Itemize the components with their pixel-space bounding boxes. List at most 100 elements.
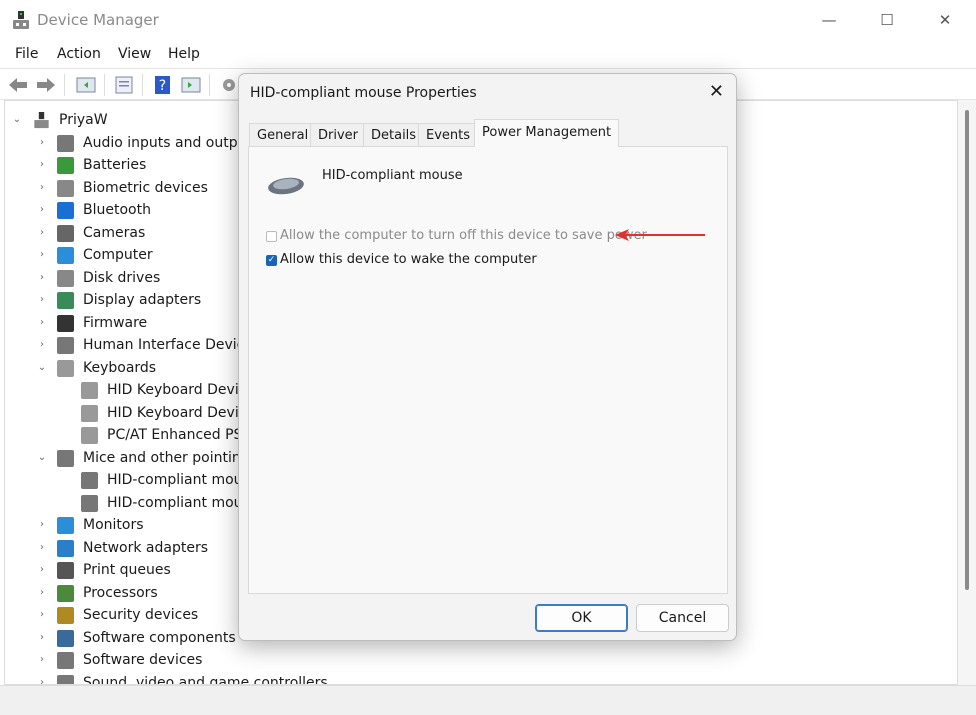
chevron-down-icon[interactable]: ⌄ [12,109,22,131]
tab-driver[interactable]: Driver [310,123,367,147]
action-pane-icon[interactable] [181,75,201,95]
chevron-right-icon[interactable]: › [37,267,47,289]
status-bar [0,685,976,715]
chevron-right-icon[interactable]: › [37,514,47,536]
chevron-right-icon[interactable]: › [37,672,47,685]
cancel-button[interactable]: Cancel [636,604,729,632]
allow-wake-label: Allow this device to wake the computer [280,252,537,267]
chevron-right-icon[interactable]: › [37,289,47,311]
chevron-right-icon[interactable]: › [37,627,47,649]
chevron-right-icon[interactable]: › [37,604,47,626]
tree-item-label: Processors [83,584,158,601]
power-management-panel: HID-compliant mouse Allow the computer t… [248,146,728,594]
minimize-button[interactable]: — [806,6,852,34]
device-category-icon [81,427,98,444]
tree-item-label: Computer [83,247,153,263]
allow-wake-checkbox[interactable]: ✓ [266,255,277,266]
tree-item-label: Monitors [83,517,144,533]
device-category-icon [81,404,98,422]
mouse-icon [268,177,304,195]
chevron-right-icon[interactable]: › [37,559,47,581]
device-category-icon [57,517,74,534]
chevron-down-icon[interactable]: ⌄ [37,357,47,379]
menu-help[interactable]: Help [168,46,200,62]
tree-item-label: HID-compliant mouse [107,472,259,488]
tree-item-label: HID-compliant mouse [107,494,259,511]
tree-item-label: Disk drives [83,269,161,286]
device-category-icon [57,179,74,197]
chevron-down-icon[interactable]: ⌄ [37,447,47,469]
device-category-icon [57,269,74,287]
computer-icon [34,112,49,129]
tree-item-label: Keyboards [83,359,157,376]
allow-turn-off-checkbox[interactable] [266,231,277,242]
device-category-icon [57,202,74,219]
scrollbar-thumb[interactable] [965,110,969,590]
toolbar-divider [209,74,210,96]
chevron-right-icon[interactable]: › [37,132,47,154]
chevron-right-icon[interactable]: › [37,537,47,559]
tree-item-label: Software components [83,629,236,646]
ok-button[interactable]: OK [535,604,628,632]
device-category-icon [57,539,74,557]
device-category-icon [57,314,74,332]
tree-item-label: Bluetooth [83,202,151,218]
tree-item-label: Audio inputs and outputs [83,134,260,151]
allow-turn-off-label: Allow the computer to turn off this devi… [280,228,647,243]
properties-dialog: HID-compliant mouse Properties ✕ General… [238,73,737,641]
device-category-icon [57,247,74,264]
maximize-button[interactable]: ☐ [864,6,910,34]
dialog-close-button[interactable]: ✕ [709,81,724,102]
back-icon[interactable] [8,75,28,95]
vertical-scrollbar[interactable] [958,100,976,685]
properties-icon[interactable] [114,75,134,95]
device-category-icon [57,652,74,669]
dialog-title: HID-compliant mouse Properties [250,85,477,101]
chevron-right-icon[interactable]: › [37,222,47,244]
window-title: Device Manager [37,11,159,29]
menu-view[interactable]: View [118,46,151,62]
forward-icon[interactable] [36,75,56,95]
chevron-right-icon[interactable]: › [37,334,47,356]
close-window-button[interactable]: ✕ [922,6,968,34]
device-category-icon [57,337,74,354]
chevron-right-icon[interactable]: › [37,199,47,221]
tab-events[interactable]: Events [418,123,479,147]
tree-item-label: HID Keyboard Device [107,382,256,398]
chevron-right-icon[interactable]: › [37,649,47,671]
tree-root-label: PriyaW [59,112,108,128]
tree-item-label: HID Keyboard Device [107,404,256,421]
device-manager-icon [13,11,29,29]
device-name: HID-compliant mouse [322,168,463,183]
chevron-right-icon[interactable]: › [37,154,47,176]
tree-item-label: Human Interface Devices [83,337,261,353]
device-category-icon [81,494,98,512]
chevron-right-icon[interactable]: › [37,177,47,199]
scan-hardware-icon[interactable] [220,75,240,95]
chevron-right-icon[interactable]: › [37,312,47,334]
menu-file[interactable]: File [15,46,38,62]
tab-details[interactable]: Details [363,123,425,147]
device-category-icon [57,157,74,174]
menu-bar: File Action View Help [0,40,976,68]
device-category-icon [81,472,98,489]
tree-item-label: Sound, video and game controllers [83,674,328,685]
tree-item-label: Network adapters [83,539,208,556]
title-bar: Device Manager — ☐ ✕ [0,0,976,40]
toolbar-divider [104,74,105,96]
show-hide-console-icon[interactable] [76,75,96,95]
device-category-icon [57,607,74,624]
tree-item-label: Security devices [83,607,199,623]
device-category-icon [81,382,98,399]
chevron-right-icon[interactable]: › [37,244,47,266]
tree-item-label: Print queues [83,562,171,578]
tab-general[interactable]: General [249,123,317,147]
device-category-icon [57,584,74,602]
device-category-icon [57,449,74,467]
tree-item-label: Cameras [83,224,146,241]
tree-item-label: Software devices [83,652,203,668]
help-icon[interactable]: ? [153,75,173,95]
tab-power-management[interactable]: Power Management [474,119,620,147]
menu-action[interactable]: Action [57,46,101,62]
chevron-right-icon[interactable]: › [37,582,47,604]
